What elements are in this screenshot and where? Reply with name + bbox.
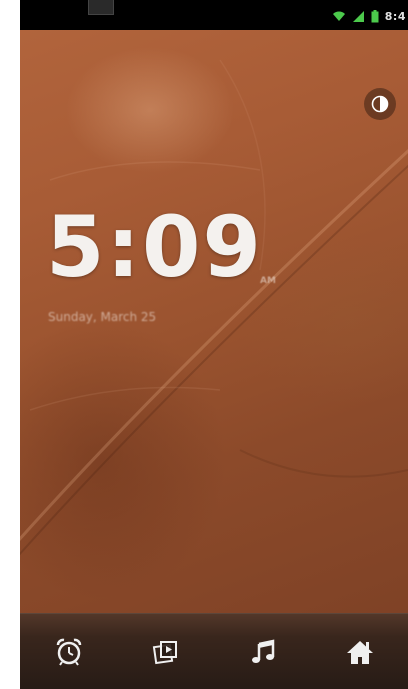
status-time: 8:4	[384, 9, 406, 23]
status-icons: 8:4	[332, 8, 406, 24]
music-button[interactable]	[233, 622, 293, 682]
status-bar: 8:4	[20, 0, 408, 30]
lock-screen-dock	[20, 613, 408, 689]
lock-screen-clock: 5:09	[46, 198, 263, 296]
music-note-icon	[251, 639, 274, 663]
home-button[interactable]	[330, 622, 390, 682]
lock-screen-date: Sunday, March 25	[48, 310, 157, 324]
wifi-icon	[332, 11, 345, 21]
gallery-button[interactable]	[136, 622, 196, 682]
notification-app-icon	[88, 0, 114, 15]
signal-icon	[352, 11, 364, 22]
phone-screen: 8:4 5:09 AM Sunday, March 25	[20, 0, 408, 689]
gallery-icon	[152, 641, 177, 665]
clock-ampm: AM	[260, 276, 276, 286]
home-icon	[346, 641, 373, 664]
alarm-clock-icon	[56, 638, 81, 666]
brightness-button[interactable]	[364, 88, 396, 120]
alarm-button[interactable]	[39, 622, 99, 682]
brightness-icon	[371, 95, 389, 113]
battery-icon	[371, 9, 379, 22]
